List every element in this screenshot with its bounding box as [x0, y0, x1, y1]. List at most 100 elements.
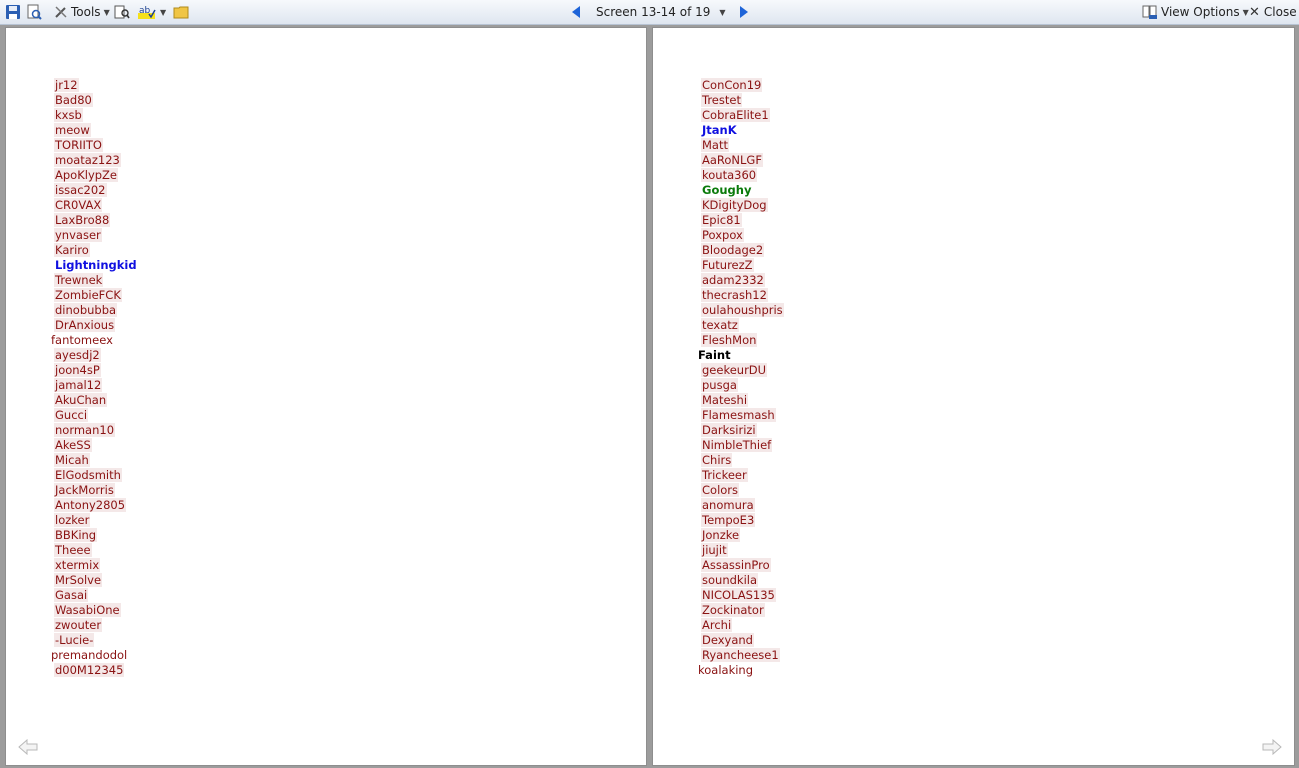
list-item: texatz	[697, 318, 784, 333]
username-text: kouta360	[701, 168, 758, 182]
username-text: Mateshi	[701, 393, 749, 407]
username-text: Faint	[698, 348, 731, 362]
list-item: Bad80	[50, 93, 138, 108]
list-item: FleshMon	[697, 333, 784, 348]
list-item: AkuChan	[50, 393, 138, 408]
username-text: JtanK	[702, 123, 737, 137]
username-text: texatz	[701, 318, 739, 332]
username-text: norman10	[54, 423, 116, 437]
username-text: ApoKlypZe	[54, 168, 118, 182]
list-item: Zockinator	[697, 603, 784, 618]
chevron-down-icon[interactable]: ▼	[719, 8, 725, 17]
open-folder-button[interactable]	[173, 3, 189, 21]
username-text: Epic81	[701, 213, 742, 227]
username-text: MrSolve	[54, 573, 103, 587]
list-item: ynvaser	[50, 228, 138, 243]
username-text: WasabiOne	[54, 603, 121, 617]
username-text: anomura	[701, 498, 755, 512]
list-item: Darksirizi	[697, 423, 784, 438]
list-item: Gucci	[50, 408, 138, 423]
list-item: Ryancheese1	[697, 648, 784, 663]
list-item: JtanK	[697, 123, 784, 138]
username-text: AssassinPro	[701, 558, 771, 572]
list-item: Bloodage2	[697, 243, 784, 258]
list-item: AaRoNLGF	[697, 153, 784, 168]
list-item: Jonzke	[697, 528, 784, 543]
view-options-label: View Options	[1161, 5, 1240, 19]
list-item: MrSolve	[50, 573, 138, 588]
page-forward-arrow-icon[interactable]	[1262, 738, 1282, 756]
username-text: ElGodsmith	[54, 468, 122, 482]
username-text: KDigityDog	[701, 198, 768, 212]
list-item: Epic81	[697, 213, 784, 228]
username-text: joon4sP	[54, 363, 101, 377]
research-button[interactable]	[114, 3, 130, 21]
list-item: thecrash12	[697, 288, 784, 303]
username-text: Micah	[54, 453, 90, 467]
print-preview-button[interactable]	[26, 3, 42, 21]
username-text: AaRoNLGF	[701, 153, 763, 167]
username-text: ConCon19	[701, 78, 763, 92]
username-text: Trestet	[701, 93, 742, 107]
list-item: Faint	[697, 348, 784, 363]
list-item: LaxBro88	[50, 213, 138, 228]
list-item: norman10	[50, 423, 138, 438]
list-item: ZombieFCK	[50, 288, 138, 303]
list-item: Trickeer	[697, 468, 784, 483]
username-text: Trickeer	[701, 468, 748, 482]
list-item: Kariro	[50, 243, 138, 258]
username-text: lozker	[54, 513, 91, 527]
previous-screen-icon[interactable]	[572, 6, 580, 18]
list-item: AssassinPro	[697, 558, 784, 573]
username-text: soundkila	[701, 573, 759, 587]
username-text: Lightningkid	[55, 258, 137, 272]
tools-menu-button[interactable]: Tools ▼	[53, 3, 110, 21]
folder-icon	[173, 4, 189, 20]
page-back-arrow-icon[interactable]	[18, 738, 38, 756]
username-text: premandodol	[51, 648, 128, 662]
list-item: moataz123	[50, 153, 138, 168]
list-item: AkeSS	[50, 438, 138, 453]
username-text: pusga	[701, 378, 738, 392]
username-text: Flamesmash	[701, 408, 776, 422]
screen-counter[interactable]: Screen 13-14 of 19	[596, 5, 710, 19]
username-text: ynvaser	[54, 228, 102, 242]
list-item: fantomeex	[50, 333, 138, 348]
username-text: Ryancheese1	[701, 648, 780, 662]
username-text: Antony2805	[54, 498, 127, 512]
username-text: FleshMon	[701, 333, 758, 347]
username-text: NimbleThief	[701, 438, 773, 452]
list-item: pusga	[697, 378, 784, 393]
username-text: Kariro	[54, 243, 90, 257]
save-icon	[5, 4, 21, 20]
next-screen-icon[interactable]	[739, 6, 748, 18]
right-page: ConCon19 Trestet CobraElite1 JtanK Matt AaRoN…	[652, 27, 1295, 766]
username-text: zwouter	[54, 618, 103, 632]
spelling-button[interactable]: ab ▼	[138, 3, 166, 21]
view-options-icon	[1142, 4, 1158, 20]
close-button[interactable]: ✕ Close	[1249, 3, 1297, 21]
username-text: Archi	[701, 618, 733, 632]
list-item: xtermix	[50, 558, 138, 573]
username-text: moataz123	[54, 153, 121, 167]
username-text: d00M12345	[54, 663, 125, 677]
username-text: Theee	[54, 543, 92, 557]
username-text: CobraElite1	[701, 108, 770, 122]
save-button[interactable]	[5, 3, 21, 21]
left-name-list: jr12 Bad80 kxsb meow TORIITO moataz123 ApoKlyp…	[50, 78, 138, 678]
left-page: jr12 Bad80 kxsb meow TORIITO moataz123 ApoKlyp…	[5, 27, 647, 766]
list-item: Chirs	[697, 453, 784, 468]
right-name-list: ConCon19 Trestet CobraElite1 JtanK Matt AaRoN…	[697, 78, 784, 678]
username-text: BBKing	[54, 528, 98, 542]
list-item: joon4sP	[50, 363, 138, 378]
list-item: JackMorris	[50, 483, 138, 498]
username-text: Goughy	[702, 183, 752, 197]
view-options-button[interactable]: View Options ▼	[1142, 3, 1249, 21]
username-text: LaxBro88	[54, 213, 111, 227]
username-text: ayesdj2	[54, 348, 101, 362]
list-item: adam2332	[697, 273, 784, 288]
list-item: BBKing	[50, 528, 138, 543]
chevron-down-icon: ▼	[160, 7, 167, 17]
username-text: FuturezZ	[701, 258, 754, 272]
reading-toolbar: Tools ▼ ab ▼ Screen 13-14 of 19 ▼ View O…	[0, 0, 1299, 25]
